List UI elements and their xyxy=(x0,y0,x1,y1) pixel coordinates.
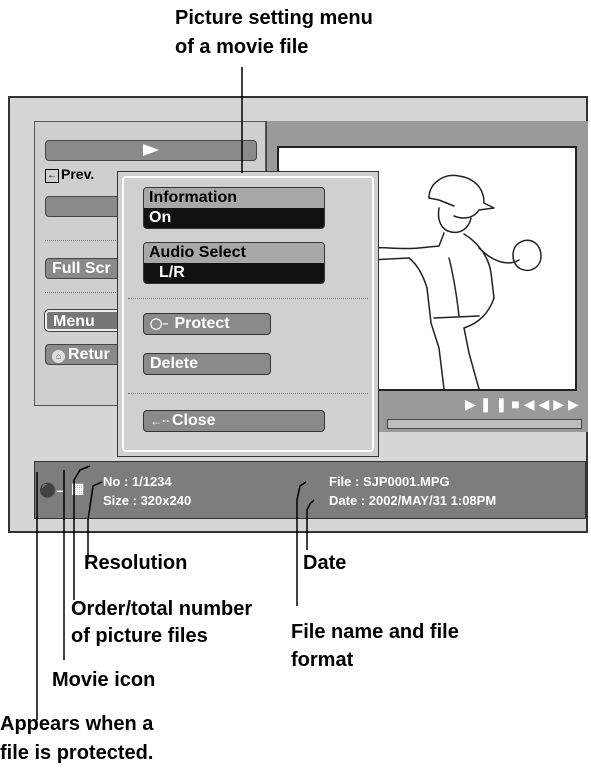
pause-icon[interactable]: ❚❚ xyxy=(480,396,511,412)
play-icon xyxy=(143,144,159,156)
menu-divider xyxy=(128,298,368,299)
picture-setting-menu: Information On Audio Select L/R ◯– Protec… xyxy=(117,171,379,457)
fast-forward-icon[interactable]: ▶▶ xyxy=(553,396,583,412)
play-icon[interactable]: ▶ xyxy=(465,396,480,412)
close-arrow-icon: ←·· xyxy=(150,414,170,428)
information-label: Information xyxy=(144,188,324,208)
callout-movie-icon: Movie icon xyxy=(52,669,156,691)
rewind-icon[interactable]: ◀◀ xyxy=(524,396,554,412)
callout-filename-1: File name and file xyxy=(291,621,459,643)
callout-order-1: Order/total number xyxy=(71,598,253,620)
callout-menu-title-1: Picture setting menu xyxy=(175,7,373,29)
callout-menu-title-2: of a movie file xyxy=(175,36,309,58)
protect-label: Protect xyxy=(174,315,230,332)
key-icon: ◯– xyxy=(150,318,169,330)
close-label: Close xyxy=(172,412,216,429)
home-icon: ⌂ xyxy=(52,350,65,363)
stop-icon[interactable]: ■ xyxy=(511,396,523,412)
audio-select-item[interactable]: Audio Select L/R xyxy=(143,242,325,284)
information-item[interactable]: Information On xyxy=(143,187,325,229)
prev-arrow-icon: ← xyxy=(45,169,59,183)
status-file: File : SJP0001.MPG xyxy=(329,474,450,489)
callout-protect-2: file is protected. xyxy=(0,742,154,764)
audio-select-label: Audio Select xyxy=(144,243,324,263)
callout-date: Date xyxy=(303,552,347,574)
play-button[interactable] xyxy=(45,140,257,161)
playback-controls: ▶❚❚■◀◀▶▶ xyxy=(465,396,583,413)
return-label: Retur xyxy=(68,346,110,363)
prev-button[interactable]: ← Prev. xyxy=(45,166,94,183)
status-bar: ⚫– ▦ No : 1/1234 Size : 320x240 File : S… xyxy=(34,461,586,519)
progress-bar[interactable] xyxy=(387,419,582,429)
callout-protect-1: Appears when a xyxy=(0,713,154,735)
close-button[interactable]: ←·· Close xyxy=(143,410,325,432)
status-no: No : 1/1234 xyxy=(103,474,172,489)
key-icon: ⚫– xyxy=(39,482,65,498)
callout-order-2: of picture files xyxy=(71,625,208,647)
menu-divider xyxy=(128,393,368,394)
callout-resolution: Resolution xyxy=(84,552,188,574)
film-icon: ▦ xyxy=(71,480,84,496)
prev-label: Prev. xyxy=(61,166,95,182)
audio-select-value: L/R xyxy=(144,263,324,283)
delete-button[interactable]: Delete xyxy=(143,353,271,375)
protect-button[interactable]: ◯– Protect xyxy=(143,313,271,335)
status-size: Size : 320x240 xyxy=(103,493,192,508)
callout-filename-2: format xyxy=(291,649,354,671)
status-date: Date : 2002/MAY/31 1:08PM xyxy=(329,493,497,508)
information-value: On xyxy=(144,208,324,228)
